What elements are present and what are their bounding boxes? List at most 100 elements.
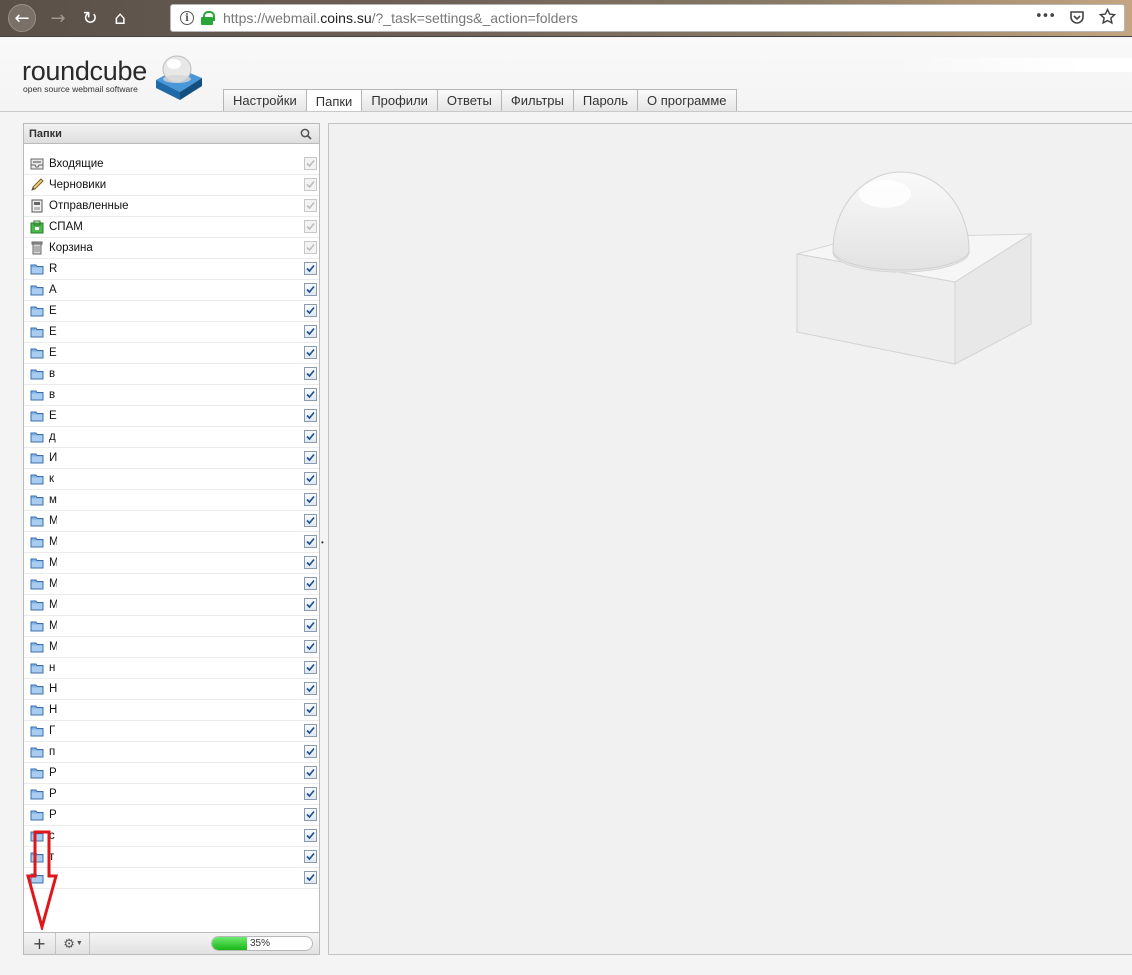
folder-row[interactable]: Черновики: [24, 175, 319, 196]
sent-icon: [30, 199, 44, 213]
folder-row[interactable]: H: [24, 700, 319, 721]
panel-splitter-handle[interactable]: •: [321, 538, 325, 547]
search-icon[interactable]: [300, 128, 312, 140]
subscribe-checkbox[interactable]: [304, 661, 317, 674]
subscribe-checkbox[interactable]: [304, 388, 317, 401]
subscribe-checkbox[interactable]: [304, 535, 317, 548]
forward-icon[interactable]: →: [44, 4, 72, 32]
folder-row[interactable]: в: [24, 364, 319, 385]
roundcube-logo[interactable]: roundcube open source webmail software: [22, 52, 212, 102]
folder-row[interactable]: E: [24, 406, 319, 427]
tab-filters[interactable]: Фильтры: [500, 89, 574, 111]
subscribe-checkbox[interactable]: [304, 871, 317, 884]
redaction-mask: [57, 259, 319, 279]
subscribe-checkbox[interactable]: [304, 829, 317, 842]
folder-row[interactable]: н: [24, 658, 319, 679]
folder-row[interactable]: Г: [24, 721, 319, 742]
subscribe-checkbox[interactable]: [304, 598, 317, 611]
subscribe-checkbox[interactable]: [304, 262, 317, 275]
folder-row[interactable]: д: [24, 427, 319, 448]
folder-name: в: [49, 368, 56, 380]
subscribe-checkbox[interactable]: [304, 619, 317, 632]
folder-icon: [30, 367, 44, 381]
subscribe-checkbox[interactable]: [304, 367, 317, 380]
folder-row[interactable]: E: [24, 322, 319, 343]
folder-row[interactable]: Отправленные: [24, 196, 319, 217]
folder-row[interactable]: E: [24, 343, 319, 364]
subscribe-checkbox[interactable]: [304, 514, 317, 527]
folder-name: Отправленные: [49, 200, 129, 212]
tab-label: О программе: [646, 93, 727, 108]
folder-row[interactable]: к: [24, 469, 319, 490]
subscribe-checkbox[interactable]: [304, 787, 317, 800]
add-folder-button[interactable]: +: [24, 933, 56, 954]
subscribe-checkbox[interactable]: [304, 451, 317, 464]
folder-row[interactable]: R: [24, 259, 319, 280]
reload-icon[interactable]: ↻: [76, 4, 104, 32]
tab-identities[interactable]: Профили: [361, 89, 438, 111]
folder-row[interactable]: A: [24, 280, 319, 301]
subscribe-checkbox[interactable]: [304, 682, 317, 695]
tab-password[interactable]: Пароль: [572, 89, 638, 111]
subscribe-checkbox[interactable]: [304, 304, 317, 317]
folder-row[interactable]: м: [24, 490, 319, 511]
folder-row[interactable]: M: [24, 511, 319, 532]
home-icon[interactable]: ⌂: [106, 4, 134, 32]
subscribe-checkbox[interactable]: [304, 472, 317, 485]
subscribe-checkbox[interactable]: [304, 766, 317, 779]
pocket-icon[interactable]: [1069, 9, 1085, 25]
folder-row[interactable]: P: [24, 784, 319, 805]
folder-row[interactable]: т: [24, 847, 319, 868]
subscribe-checkbox[interactable]: [304, 640, 317, 653]
folder-row[interactable]: с: [24, 826, 319, 847]
redaction-mask: [57, 511, 319, 531]
folder-icon: [30, 577, 44, 591]
subscribe-checkbox[interactable]: [304, 808, 317, 821]
folder-row[interactable]: P: [24, 763, 319, 784]
subscribe-checkbox[interactable]: [304, 850, 317, 863]
subscribe-checkbox[interactable]: [304, 409, 317, 422]
folder-row[interactable]: [24, 868, 319, 889]
address-bar[interactable]: i https://webmail.coins.su/?_task=settin…: [170, 4, 1125, 32]
subscribe-checkbox[interactable]: [304, 745, 317, 758]
subscribe-checkbox[interactable]: [304, 283, 317, 296]
redaction-mask: [57, 490, 319, 510]
subscribe-checkbox[interactable]: [304, 346, 317, 359]
folder-row[interactable]: Корзина: [24, 238, 319, 259]
folder-actions-button[interactable]: ⚙ ▼: [57, 933, 90, 954]
subscribe-checkbox[interactable]: [304, 703, 317, 716]
subscribe-checkbox[interactable]: [304, 724, 317, 737]
quota-label: 35%: [250, 938, 271, 949]
redaction-mask: [57, 805, 319, 825]
folder-row[interactable]: H: [24, 679, 319, 700]
folder-row[interactable]: п: [24, 742, 319, 763]
tab-settings[interactable]: Настройки: [223, 89, 307, 111]
info-icon[interactable]: i: [180, 11, 194, 25]
subscribe-checkbox[interactable]: [304, 577, 317, 590]
subscribe-checkbox[interactable]: [304, 493, 317, 506]
url-domain: coins.su: [320, 10, 372, 26]
url-text[interactable]: https://webmail.coins.su/?_task=settings…: [223, 10, 578, 26]
folder-row[interactable]: M: [24, 553, 319, 574]
folder-row[interactable]: M: [24, 616, 319, 637]
folder-row[interactable]: M: [24, 637, 319, 658]
subscribe-checkbox[interactable]: [304, 556, 317, 569]
folder-row[interactable]: И: [24, 448, 319, 469]
subscribe-checkbox[interactable]: [304, 430, 317, 443]
bookmark-star-icon[interactable]: [1099, 8, 1116, 25]
tab-about[interactable]: О программе: [636, 89, 737, 111]
folder-row[interactable]: Входящие: [24, 154, 319, 175]
tab-responses[interactable]: Ответы: [436, 89, 502, 111]
folder-row[interactable]: M: [24, 532, 319, 553]
folder-row[interactable]: P: [24, 805, 319, 826]
folder-row[interactable]: в: [24, 385, 319, 406]
folder-row[interactable]: M: [24, 574, 319, 595]
folder-row[interactable]: E: [24, 301, 319, 322]
folder-row[interactable]: СПАМ: [24, 217, 319, 238]
subscribe-checkbox[interactable]: [304, 325, 317, 338]
lock-icon: [201, 11, 215, 25]
tab-folders[interactable]: Папки: [305, 89, 363, 112]
folder-row[interactable]: M: [24, 595, 319, 616]
back-icon[interactable]: ←: [8, 4, 36, 32]
page-actions-menu-icon[interactable]: •••: [1035, 9, 1056, 24]
